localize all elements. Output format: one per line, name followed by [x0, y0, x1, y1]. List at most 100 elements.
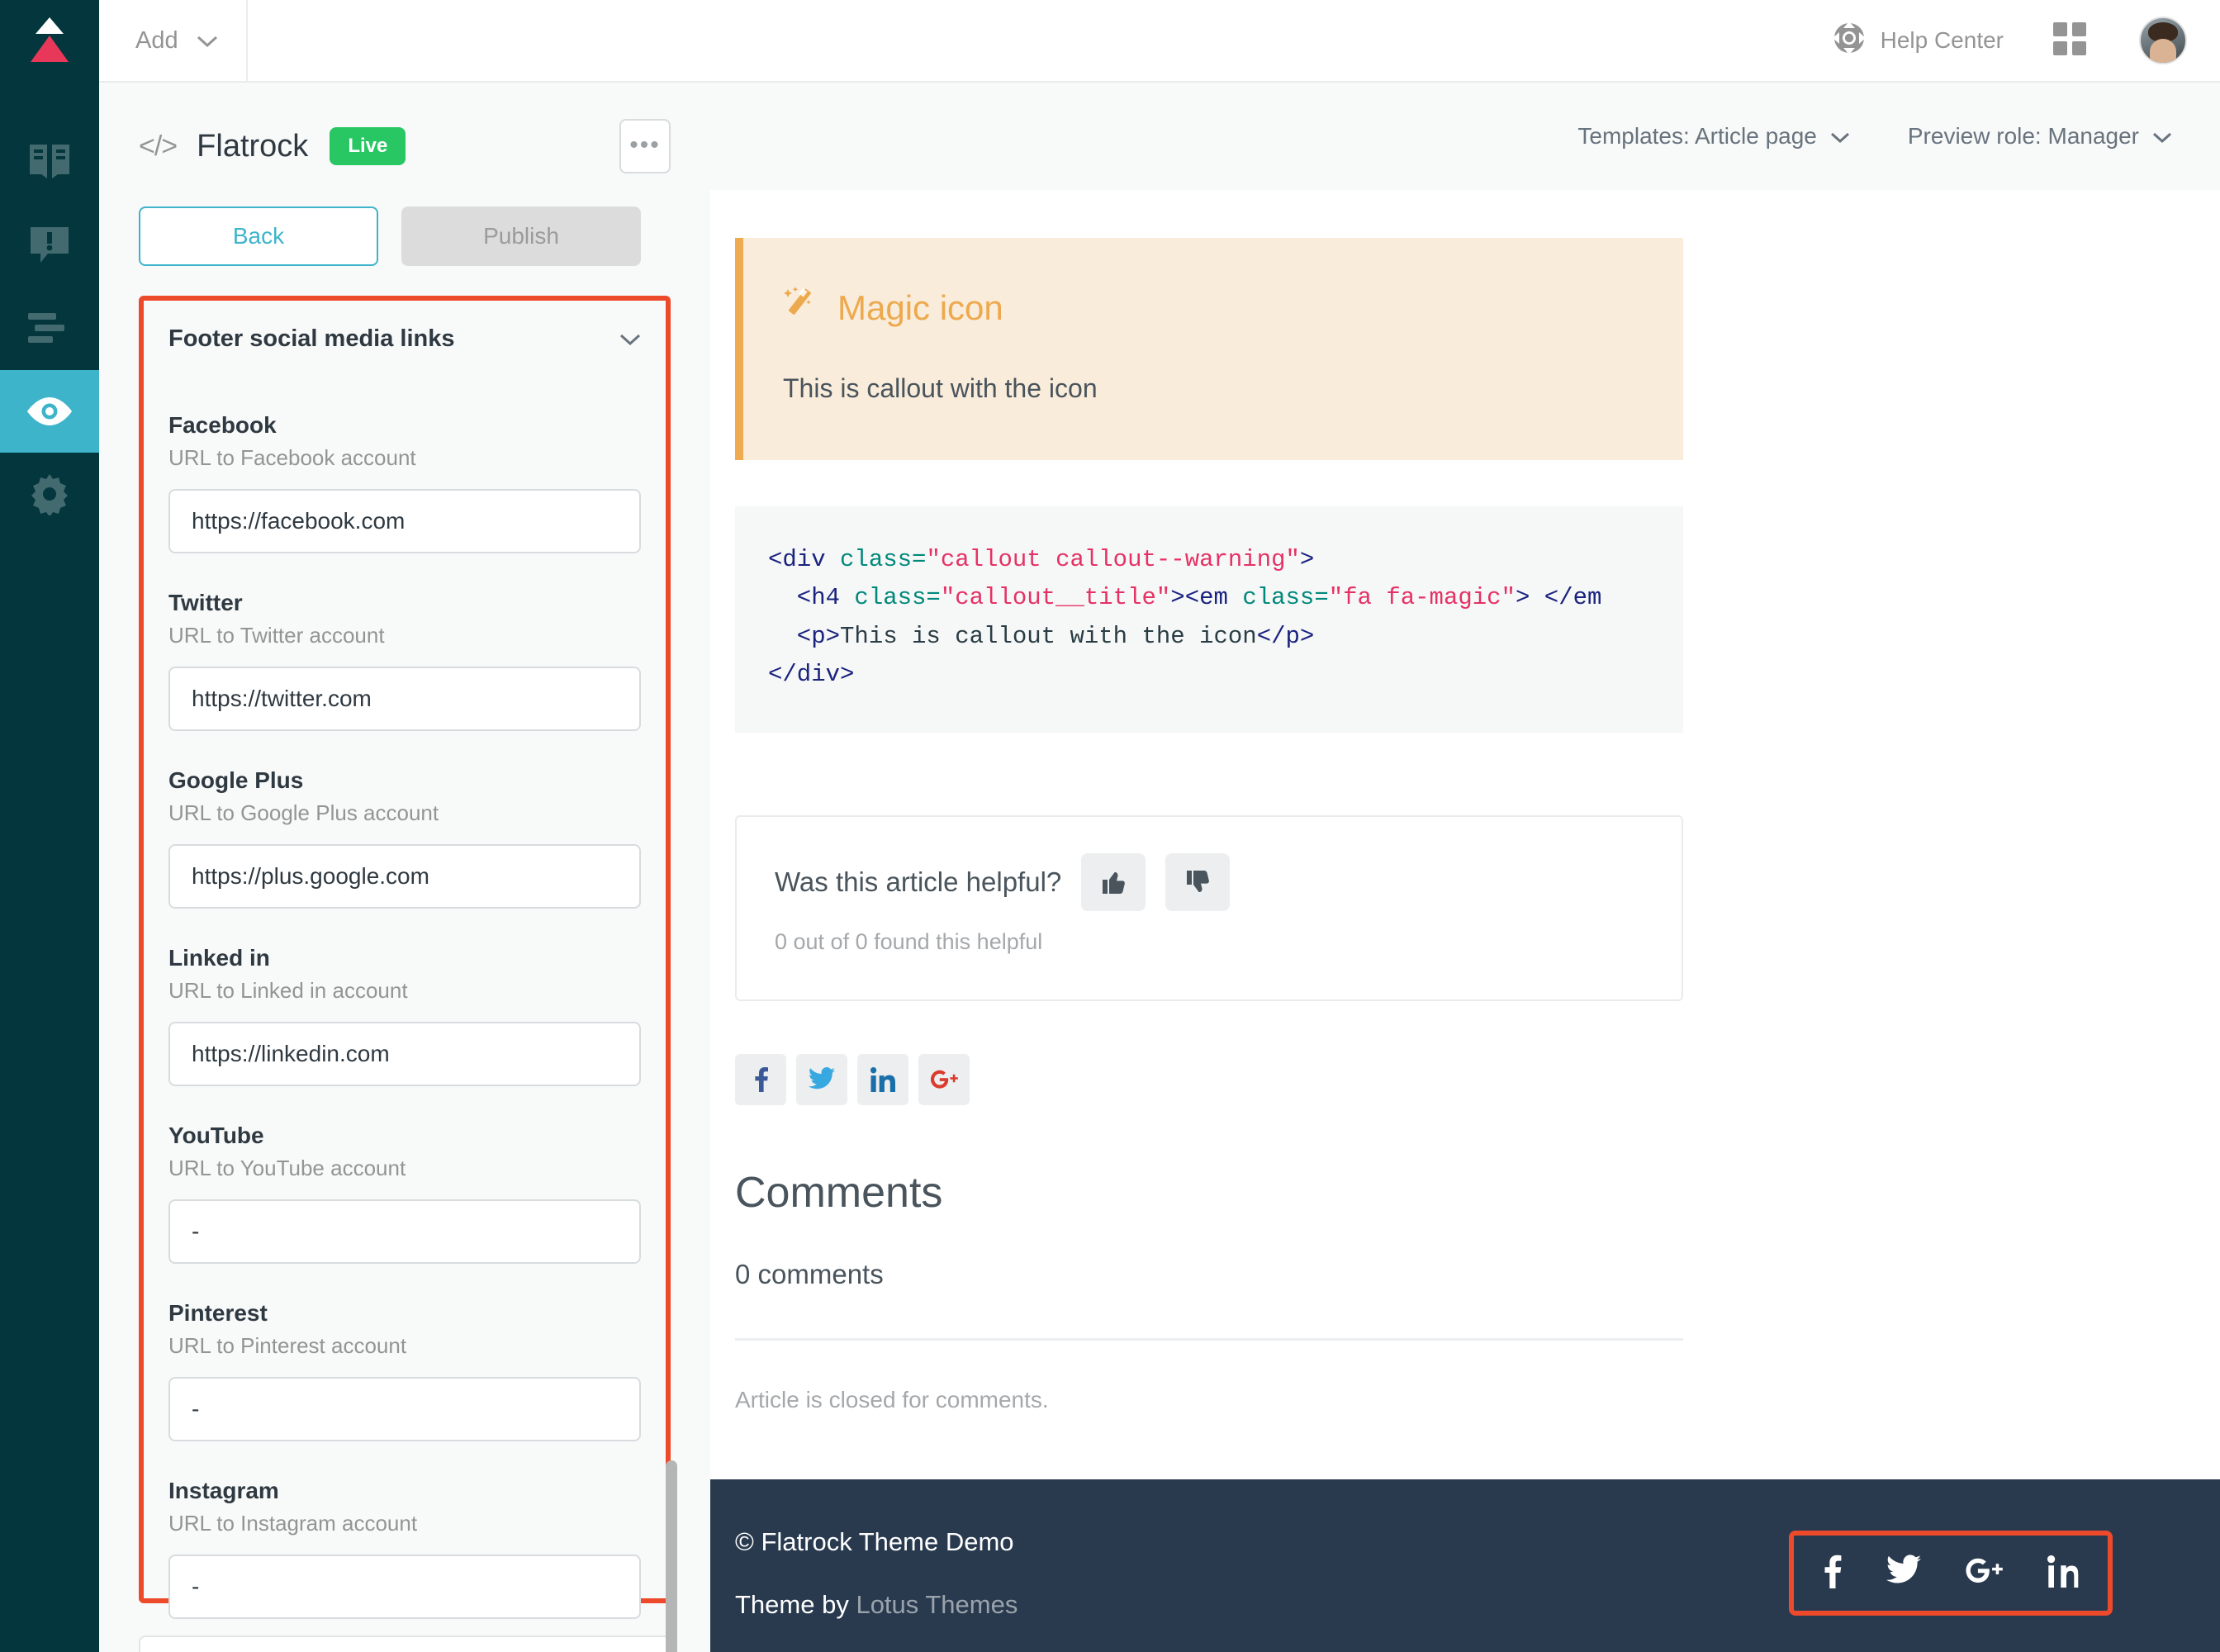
add-menu-button[interactable]: Add — [99, 0, 248, 81]
main-region: Add Help Center </> Flatrock Live ••• Ba… — [99, 0, 2220, 1652]
code-token: </p> — [1256, 622, 1315, 650]
article-helpful-box: Was this article helpful? 0 out of 0 fou… — [735, 814, 1683, 1001]
sidebar-item-knowledge-base[interactable] — [0, 122, 99, 205]
comments-closed-note: Article is closed for comments. — [735, 1386, 1049, 1412]
rail-gap — [0, 83, 99, 122]
chevron-down-icon — [1830, 123, 1850, 150]
helpful-question: Was this article helpful? — [775, 866, 1062, 897]
divider — [735, 1337, 1683, 1341]
code-token: </div> — [768, 661, 855, 689]
code-token: > — [1299, 546, 1315, 573]
field-help: URL to Linked in account — [168, 978, 408, 1003]
callout-title: Magic icon — [783, 286, 1634, 330]
field-instagram: Instagram URL to Instagram account - — [168, 1478, 641, 1619]
preview-role-label: Preview role: Manager — [1907, 123, 2139, 149]
theme-by-prefix: Theme by — [735, 1589, 856, 1619]
field-label: Twitter — [168, 590, 243, 615]
book-icon — [27, 143, 72, 184]
next-section-placeholder[interactable] — [139, 1635, 671, 1652]
code-token: class= — [840, 546, 927, 573]
guide-logo-icon[interactable] — [0, 0, 99, 83]
page-title: Flatrock — [197, 128, 309, 164]
lotus-themes-link[interactable]: Lotus Themes — [856, 1590, 1017, 1619]
facebook-icon[interactable] — [735, 1053, 786, 1105]
sidebar-item-articles[interactable] — [0, 287, 99, 370]
more-options-button[interactable]: ••• — [619, 119, 671, 173]
sidebar-item-preview[interactable] — [0, 370, 99, 453]
preview-toolbar: Templates: Article page Preview role: Ma… — [710, 83, 2220, 190]
avatar[interactable] — [2139, 17, 2187, 64]
twitter-icon[interactable] — [1886, 1555, 1921, 1592]
templates-label: Templates: Article page — [1577, 123, 1817, 149]
footer-social-links-section: Footer social media links Facebook URL t… — [139, 296, 671, 1619]
section-header[interactable]: Footer social media links — [168, 301, 641, 353]
linkedin-icon[interactable] — [2047, 1555, 2080, 1592]
help-center-button[interactable]: Help Center — [1832, 21, 2004, 60]
grid-icon[interactable] — [2052, 21, 2088, 61]
thumbs-down-icon[interactable] — [1165, 852, 1231, 911]
field-help: URL to Twitter account — [168, 623, 385, 648]
eye-icon — [27, 397, 72, 425]
chevron-down-icon — [197, 27, 218, 55]
field-label: Pinterest — [168, 1300, 268, 1326]
article-content: Magic icon This is callout with the icon… — [710, 190, 2220, 1413]
help-center-label: Help Center — [1880, 27, 2004, 53]
top-bar-spacer — [248, 0, 1833, 81]
linkedin-url-input[interactable]: https://linkedin.com — [168, 1022, 641, 1086]
code-token: <div — [768, 546, 841, 573]
callout-body: This is callout with the icon — [783, 373, 1098, 403]
field-pinterest: Pinterest URL to Pinterest account - — [168, 1300, 641, 1441]
section-title: Footer social media links — [168, 325, 455, 352]
chevron-down-icon — [2152, 123, 2172, 150]
code-brackets-icon: </> — [139, 130, 178, 162]
field-help: URL to Instagram account — [168, 1511, 418, 1536]
pinterest-url-input[interactable]: - — [168, 1377, 641, 1441]
twitter-icon[interactable] — [796, 1053, 847, 1105]
chevron-down-icon[interactable] — [619, 326, 641, 352]
thumbs-up-icon[interactable] — [1081, 852, 1146, 911]
editor-scrollbar[interactable] — [666, 1460, 677, 1652]
editor-header: </> Flatrock Live ••• — [99, 83, 710, 173]
add-label: Add — [135, 26, 178, 54]
google-plus-url-input[interactable]: https://plus.google.com — [168, 844, 641, 909]
site-footer: © Flatrock Theme Demo Theme by Lotus The… — [710, 1479, 2220, 1652]
field-youtube: YouTube URL to YouTube account - — [168, 1123, 641, 1264]
helpful-row: Was this article helpful? — [775, 852, 1644, 911]
field-label: Google Plus — [168, 767, 304, 793]
sidebar-item-announcements[interactable] — [0, 205, 99, 287]
sidebar-item-settings[interactable] — [0, 453, 99, 535]
footer-left: © Flatrock Theme Demo Theme by Lotus The… — [710, 1527, 1017, 1620]
field-twitter: Twitter URL to Twitter account https://t… — [168, 590, 641, 731]
code-token: "callout__title" — [940, 584, 1171, 612]
instagram-url-input[interactable]: - — [168, 1555, 641, 1619]
article-share-row — [735, 1053, 2154, 1105]
top-bar: Add Help Center — [99, 0, 2220, 83]
back-button[interactable]: Back — [139, 206, 378, 266]
top-bar-actions: Help Center — [1832, 0, 2220, 81]
googleplus-icon[interactable] — [918, 1053, 970, 1105]
facebook-url-input[interactable]: https://facebook.com — [168, 489, 641, 553]
code-token: "fa fa-magic" — [1328, 584, 1516, 612]
facebook-icon[interactable] — [1822, 1554, 1843, 1593]
code-block: <div class="callout callout--warning"> <… — [735, 506, 1683, 733]
youtube-url-input[interactable]: - — [168, 1199, 641, 1264]
twitter-url-input[interactable]: https://twitter.com — [168, 667, 641, 731]
helpful-stat: 0 out of 0 found this helpful — [775, 928, 1043, 954]
googleplus-icon[interactable] — [1964, 1555, 2004, 1591]
footer-social-links — [1789, 1531, 2113, 1616]
footer-right — [1789, 1531, 2220, 1616]
templates-dropdown[interactable]: Templates: Article page — [1577, 123, 1850, 150]
editor-scroll-area[interactable]: Footer social media links Facebook URL t… — [99, 296, 710, 1652]
linkedin-icon[interactable] — [857, 1053, 908, 1105]
field-label: Instagram — [168, 1478, 279, 1503]
publish-button: Publish — [401, 206, 641, 266]
field-help: URL to Facebook account — [168, 445, 416, 470]
lifesaver-icon — [1832, 21, 1866, 60]
comments-count: 0 comments — [735, 1258, 884, 1289]
code-token: > </em — [1515, 584, 1602, 612]
preview-role-dropdown[interactable]: Preview role: Manager — [1908, 123, 2172, 150]
preview-region: Templates: Article page Preview role: Ma… — [710, 83, 2220, 1652]
announcement-icon — [31, 227, 69, 263]
code-token: This is callout with the icon — [840, 622, 1257, 650]
field-label: Linked in — [168, 945, 270, 971]
